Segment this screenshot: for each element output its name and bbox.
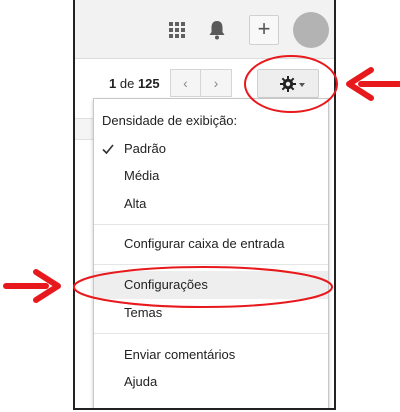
top-bar: + — [75, 0, 334, 59]
page-of: de — [119, 76, 135, 91]
menu-item-configure-inbox[interactable]: Configurar caixa de entrada — [94, 230, 328, 258]
menu-divider — [94, 333, 328, 334]
annotation-arrow-left — [3, 269, 61, 303]
menu-item-density-default[interactable]: Padrão — [94, 135, 328, 163]
gmail-window-crop: + 1 de 125 ‹ › Densidade de exibição: Pa… — [73, 0, 336, 410]
chevron-right-icon[interactable]: › — [201, 69, 232, 97]
page-range: 1 — [109, 76, 117, 91]
settings-gear-button[interactable] — [257, 69, 319, 98]
page-total: 125 — [137, 76, 160, 91]
settings-dropdown-menu: Densidade de exibição: Padrão Média Alta… — [93, 98, 329, 408]
density-heading: Densidade de exibição: — [102, 113, 238, 128]
apps-grid-icon[interactable] — [169, 22, 185, 38]
avatar[interactable] — [293, 12, 329, 48]
menu-item-settings[interactable]: Configurações — [94, 271, 328, 299]
menu-divider — [94, 264, 328, 265]
chevron-down-icon — [299, 83, 305, 87]
menu-item-send-feedback[interactable]: Enviar comentários — [94, 341, 328, 369]
menu-item-themes[interactable]: Temas — [94, 299, 328, 327]
checkmark-icon — [102, 144, 114, 155]
menu-item-density-high[interactable]: Alta — [94, 190, 328, 218]
bell-icon[interactable] — [207, 19, 227, 41]
gear-icon — [280, 76, 296, 92]
annotation-arrow-right — [346, 67, 400, 101]
menu-item-density-medium[interactable]: Média — [94, 162, 328, 190]
chevron-left-icon[interactable]: ‹ — [170, 69, 201, 97]
list-toolbar-edge — [75, 118, 95, 140]
pagination-info: 1 de 125 — [109, 76, 160, 91]
menu-item-help[interactable]: Ajuda — [94, 368, 328, 396]
pagination-buttons: ‹ › — [170, 69, 232, 97]
plus-icon[interactable]: + — [249, 15, 279, 45]
menu-divider — [94, 224, 328, 225]
